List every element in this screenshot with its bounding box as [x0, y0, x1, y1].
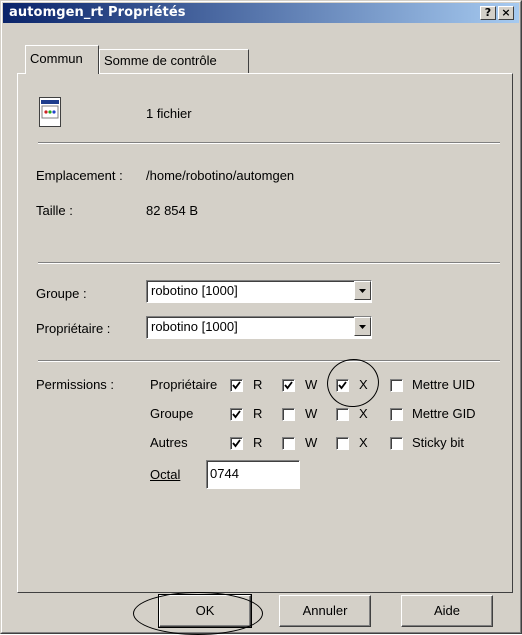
read-label: R	[253, 435, 263, 450]
close-button[interactable]: ×	[498, 6, 514, 20]
others-exec-checkbox[interactable]	[336, 437, 349, 450]
exec-label: X	[359, 406, 368, 421]
octal-input[interactable]: 0744	[206, 460, 300, 489]
setuid-label: Mettre UID	[412, 377, 475, 392]
separator	[38, 142, 500, 144]
chevron-down-icon	[359, 289, 366, 293]
perm-row-others-label: Autres	[150, 435, 188, 450]
tab-label: Somme de contrôle	[104, 53, 217, 68]
owner-select[interactable]: robotino [1000]	[146, 316, 372, 339]
size-value: 82 854 B	[146, 203, 199, 218]
write-label: W	[305, 377, 318, 392]
owner-select-value: robotino [1000]	[151, 319, 238, 334]
group-exec-checkbox[interactable]	[336, 408, 349, 421]
setgid-checkbox[interactable]	[390, 408, 403, 421]
group-dropdown-button[interactable]	[354, 281, 371, 300]
octal-input-value: 0744	[210, 466, 239, 481]
read-label: R	[253, 377, 263, 392]
others-read-checkbox[interactable]	[230, 437, 243, 450]
cancel-button-label: Annuler	[302, 603, 348, 618]
close-icon: ×	[501, 6, 511, 19]
group-label: Groupe :	[36, 286, 87, 301]
exec-label: X	[359, 435, 368, 450]
separator	[38, 360, 500, 362]
title-bar[interactable]: automgen_rt Propriétés ? ×	[3, 3, 519, 23]
group-read-checkbox[interactable]	[230, 408, 243, 421]
owner-write-checkbox[interactable]	[282, 379, 295, 392]
perm-row-group-label: Groupe	[150, 406, 194, 421]
location-value: /home/robotino/automgen	[146, 168, 295, 183]
owner-exec-checkbox[interactable]	[336, 379, 349, 392]
file-count: 1 fichier	[146, 106, 192, 121]
location-label: Emplacement :	[36, 168, 123, 183]
chevron-down-icon	[359, 325, 366, 329]
cancel-button[interactable]: Annuler	[279, 595, 371, 627]
window-title: automgen_rt Propriétés	[9, 5, 186, 20]
exec-label: X	[359, 377, 368, 392]
help-button-label: Aide	[433, 603, 461, 618]
file-icon	[39, 97, 61, 127]
permissions-label: Permissions :	[36, 377, 115, 392]
write-label: W	[305, 406, 318, 421]
owner-read-checkbox[interactable]	[230, 379, 243, 392]
owner-label: Propriétaire :	[36, 321, 111, 336]
ok-button[interactable]: OK	[158, 594, 252, 628]
write-label: W	[305, 435, 318, 450]
separator	[38, 262, 500, 264]
setuid-checkbox[interactable]	[390, 379, 403, 392]
sticky-label: Sticky bit	[412, 435, 465, 450]
owner-dropdown-button[interactable]	[354, 317, 371, 336]
question-icon: ?	[484, 6, 492, 19]
help-caption-button[interactable]: ?	[480, 6, 496, 20]
tab-label: Commun	[30, 51, 83, 66]
perm-row-owner-label: Propriétaire	[150, 377, 218, 392]
size-label: Taille :	[36, 203, 73, 218]
others-write-checkbox[interactable]	[282, 437, 295, 450]
tab-panel-commun: 1 fichier Emplacement : /home/robotino/a…	[17, 73, 513, 593]
read-label: R	[253, 406, 263, 421]
group-select-value: robotino [1000]	[151, 283, 238, 298]
group-select[interactable]: robotino [1000]	[146, 280, 372, 303]
setgid-label: Mettre GID	[412, 406, 476, 421]
properties-dialog: automgen_rt Propriétés ? × Commun Somme …	[0, 0, 522, 635]
group-write-checkbox[interactable]	[282, 408, 295, 421]
tab-commun[interactable]: Commun	[25, 45, 99, 74]
help-button[interactable]: Aide	[401, 595, 493, 627]
tab-somme-de-controle[interactable]: Somme de contrôle	[99, 49, 249, 73]
ok-button-label: OK	[195, 603, 215, 618]
octal-label: Octal	[150, 467, 181, 482]
sticky-checkbox[interactable]	[390, 437, 403, 450]
